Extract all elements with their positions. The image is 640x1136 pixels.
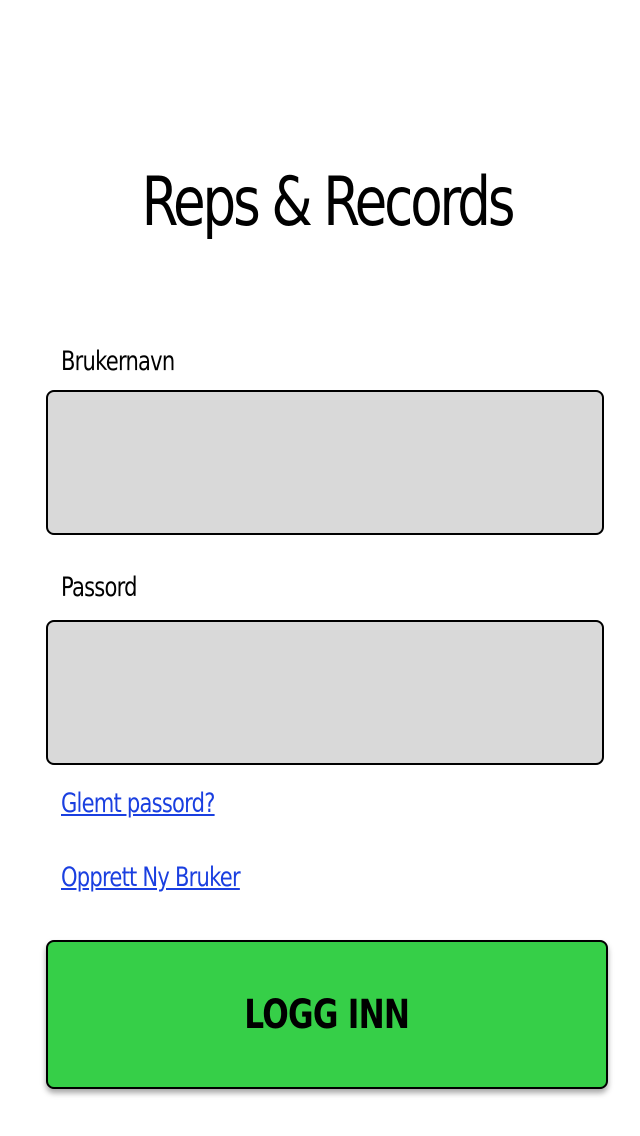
login-button-label: LOGG INN: [244, 991, 411, 1038]
password-input[interactable]: [46, 620, 604, 765]
password-label: Passord: [61, 572, 137, 603]
forgot-password-link[interactable]: Glemt passord?: [61, 786, 215, 822]
create-user-link[interactable]: Opprett Ny Bruker: [61, 860, 241, 896]
username-label: Brukernavn: [61, 346, 175, 377]
app-title: Reps & Records: [141, 163, 516, 242]
username-input[interactable]: [46, 390, 604, 535]
login-button[interactable]: LOGG INN: [46, 940, 608, 1089]
